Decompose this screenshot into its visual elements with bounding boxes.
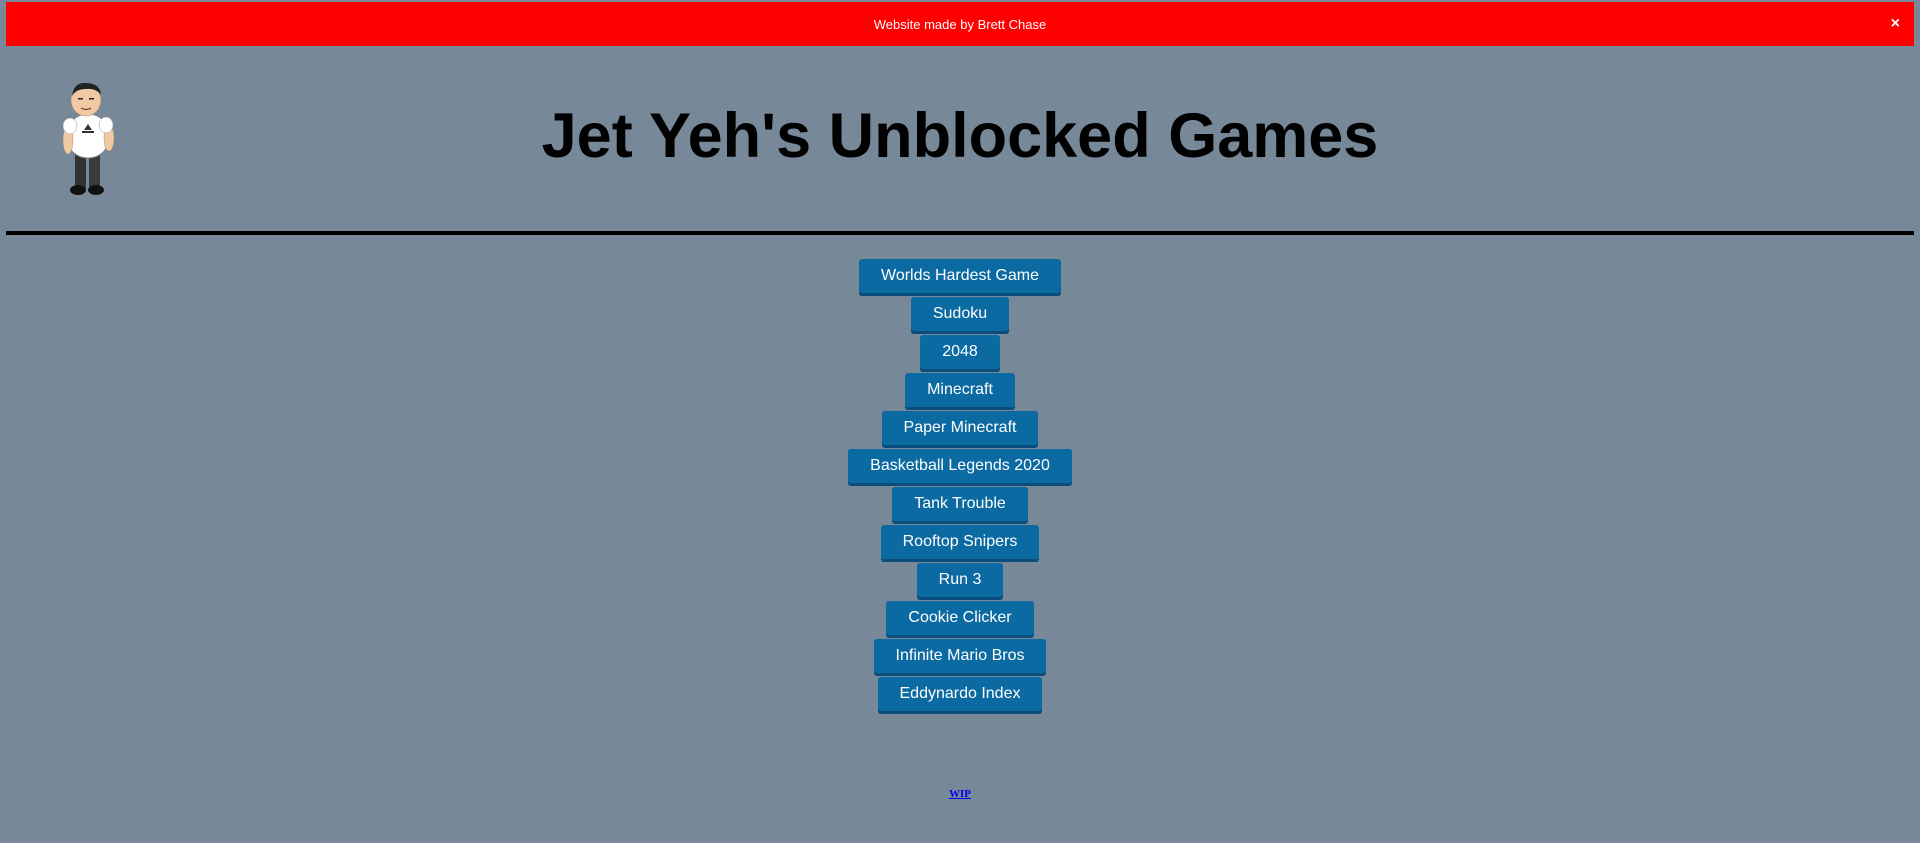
game-button-sudoku[interactable]: Sudoku <box>910 297 1010 331</box>
game-button-worlds-hardest-game[interactable]: Worlds Hardest Game <box>859 259 1061 293</box>
top-banner: Website made by Brett Chase × <box>6 2 1914 46</box>
game-button-infinite-mario-bros[interactable]: Infinite Mario Bros <box>873 639 1047 673</box>
page-title: Jet Yeh's Unblocked Games <box>541 101 1379 171</box>
game-button-cookie-clicker[interactable]: Cookie Clicker <box>886 601 1034 635</box>
game-button-paper-minecraft[interactable]: Paper Minecraft <box>881 411 1039 445</box>
game-button-eddynardo-index[interactable]: Eddynardo Index <box>877 677 1043 711</box>
footer: WIP <box>0 788 1920 800</box>
game-button-basketball-legends-2020[interactable]: Basketball Legends 2020 <box>848 449 1072 483</box>
game-button-tank-trouble[interactable]: Tank Trouble <box>892 487 1028 521</box>
game-button-minecraft[interactable]: Minecraft <box>905 373 1015 407</box>
banner-text: Website made by Brett Chase <box>873 16 1047 32</box>
game-button-2048[interactable]: 2048 <box>920 335 1000 369</box>
game-button-rooftop-snipers[interactable]: Rooftop Snipers <box>880 525 1040 559</box>
header-divider <box>6 231 1914 235</box>
game-button-run-3[interactable]: Run 3 <box>916 563 1004 597</box>
close-icon[interactable]: × <box>1891 16 1900 32</box>
wip-link[interactable]: WIP <box>949 788 971 800</box>
game-list: Worlds Hardest Game Sudoku 2048 Minecraf… <box>0 259 1920 715</box>
